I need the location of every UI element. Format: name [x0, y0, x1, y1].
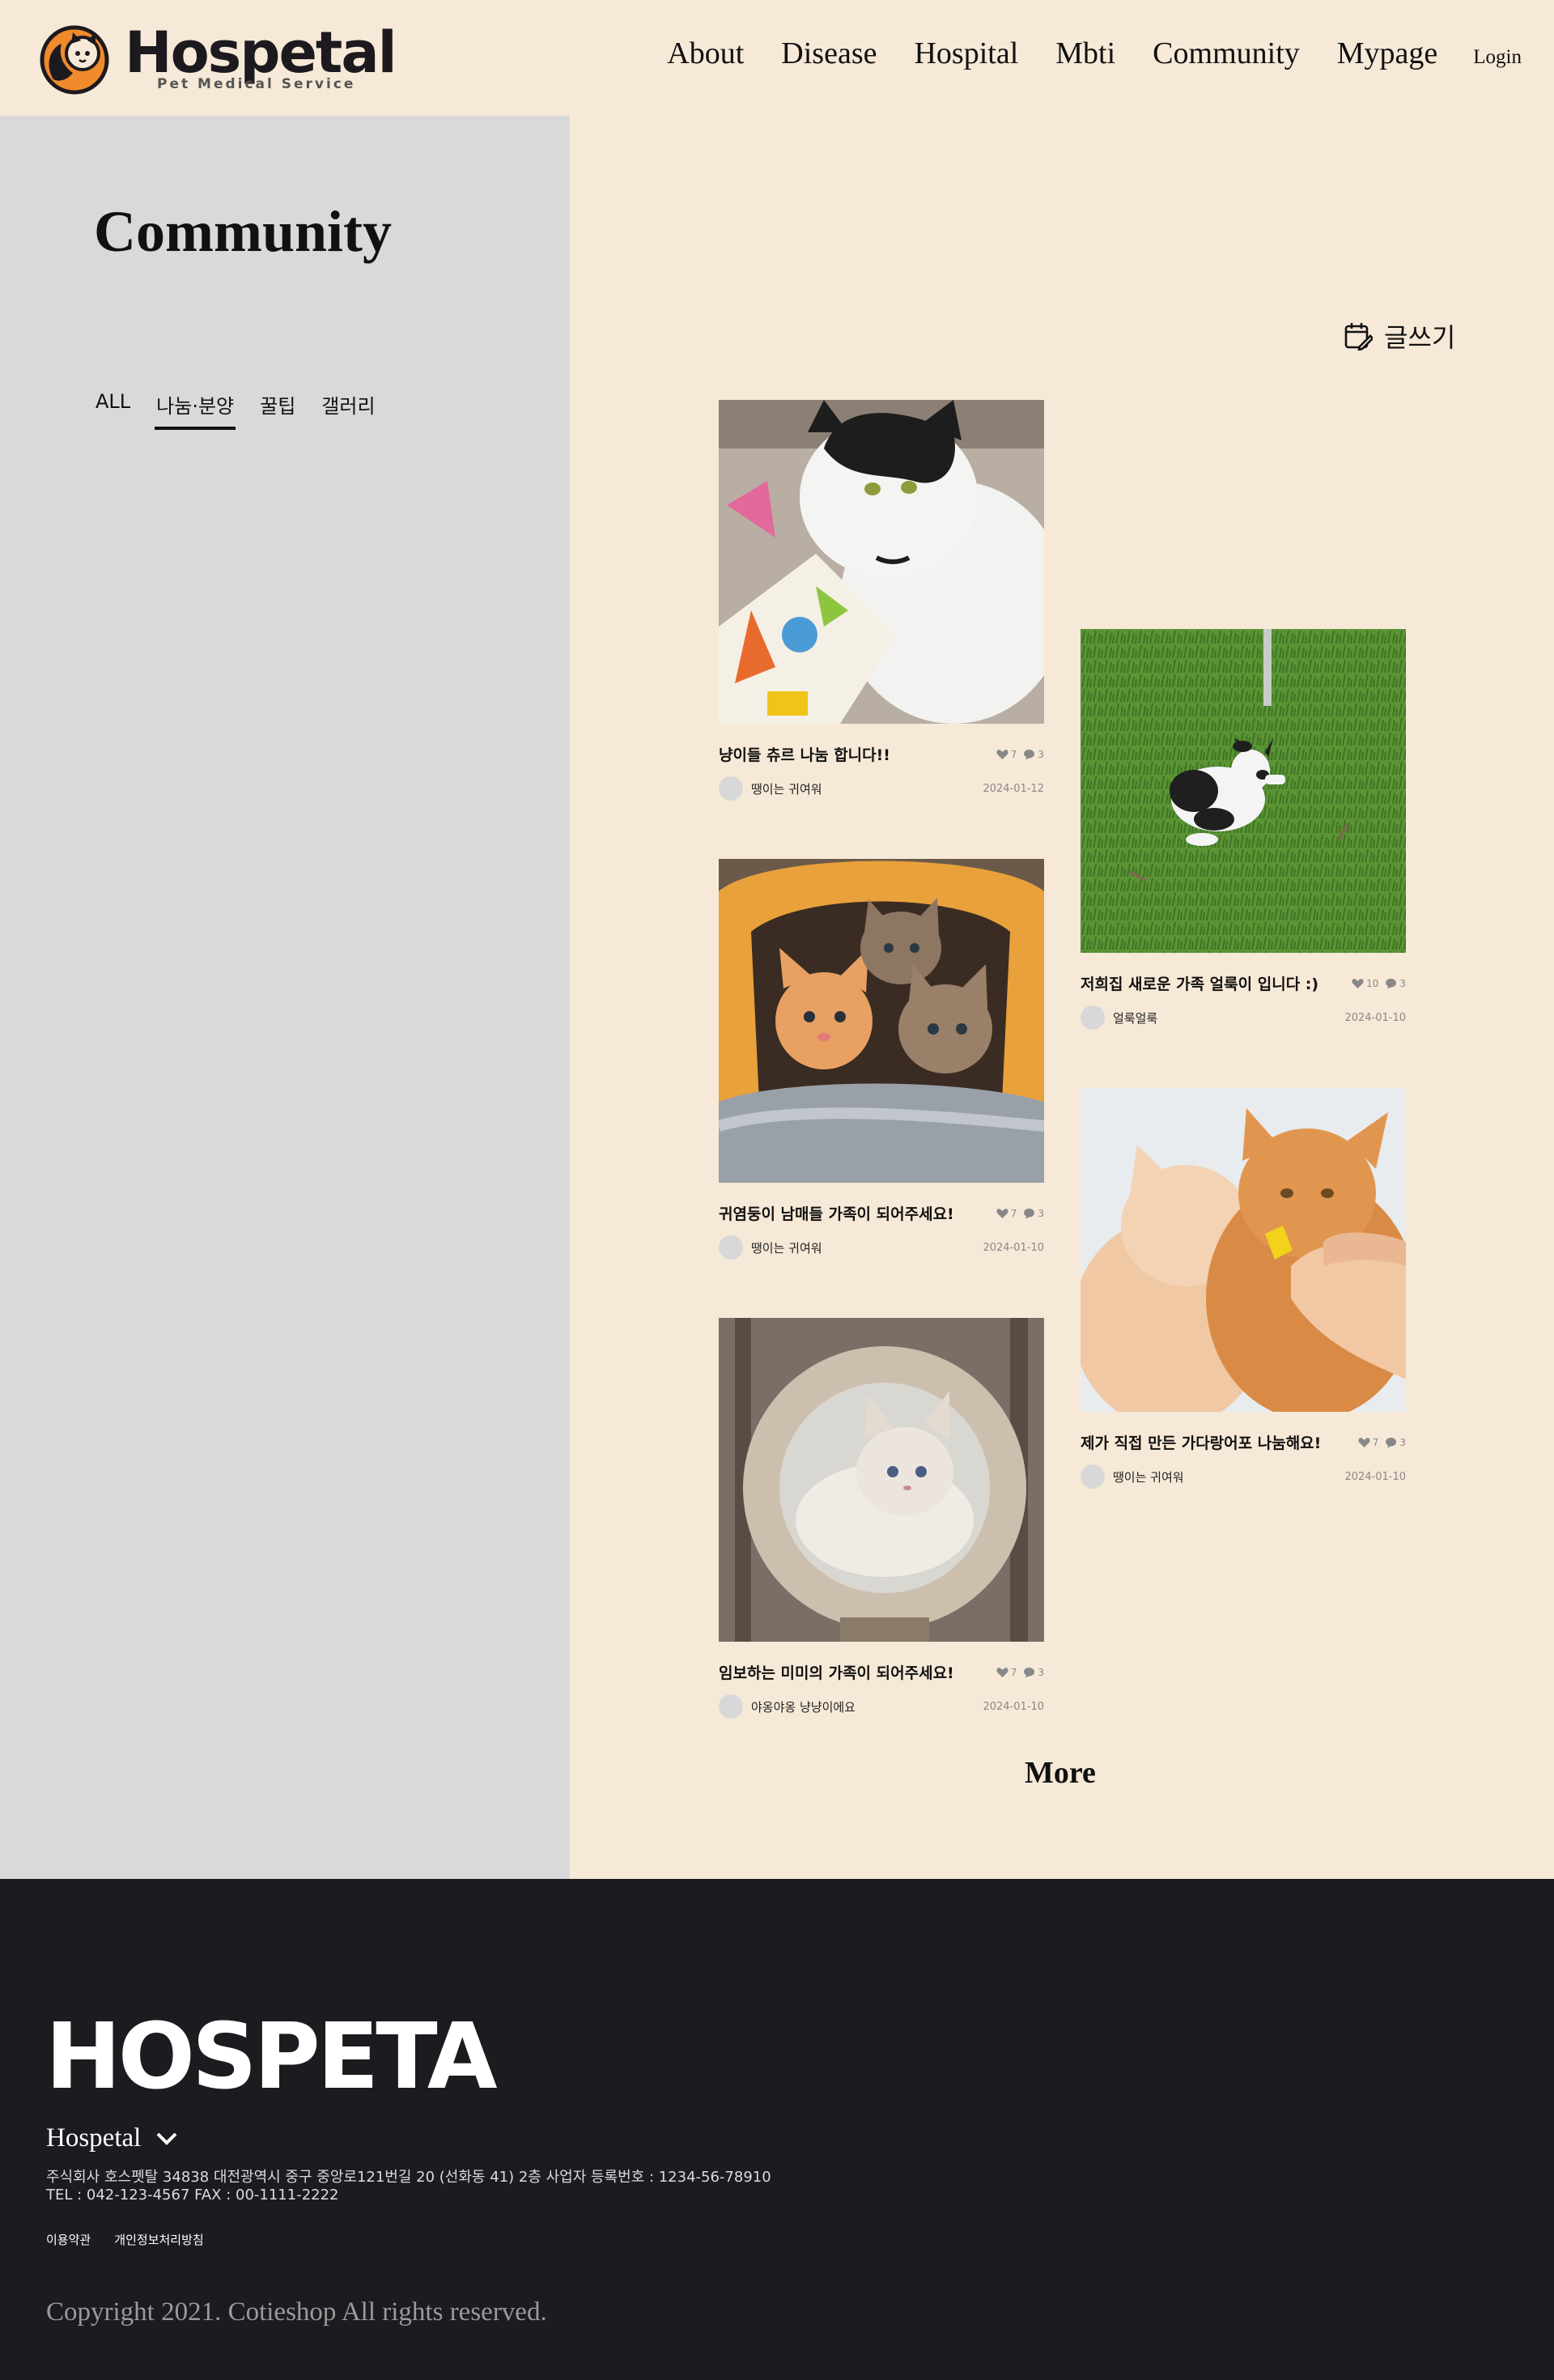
heart-icon: [996, 1208, 1008, 1218]
footer-logo[interactable]: HOSPETAL: [45, 1999, 499, 2104]
post-date: 2024-01-12: [983, 782, 1044, 795]
post-card[interactable]: 저희집 새로운 가족 얼룩이 입니다 :) 10 3 얼룩얼룩 2024-01-…: [1081, 629, 1406, 1030]
tab-share-adopt[interactable]: 나눔·분양: [155, 390, 236, 430]
left-side-panel: [0, 116, 570, 1879]
post-stats: 10 3: [1345, 978, 1406, 989]
tab-tips[interactable]: 꿀팁: [258, 390, 297, 430]
comment-icon: [1386, 1437, 1397, 1447]
post-date: 2024-01-10: [1344, 1470, 1406, 1483]
post-author: 땡이는 귀여워: [751, 1240, 822, 1256]
login-link[interactable]: Login: [1473, 46, 1522, 69]
post-image-cats-eating-treat: [1081, 1088, 1406, 1412]
post-date: 2024-01-10: [983, 1241, 1044, 1254]
like-count: 7: [1010, 748, 1017, 760]
category-tabs: ALL 나눔·분양 꿀팁 갤러리: [94, 390, 400, 430]
post-card[interactable]: 임보하는 미미의 가족이 되어주세요! 7 3 야옹야옹 냥냥이에요 2024-…: [719, 1318, 1044, 1719]
heart-icon: [1352, 978, 1364, 988]
heart-icon: [996, 1667, 1008, 1677]
calendar-edit-icon: [1344, 323, 1373, 351]
post-title: 제가 직접 만든 가다랑어포 나눔해요!: [1081, 1434, 1322, 1452]
comment-count: 3: [1399, 977, 1406, 989]
post-title: 귀염둥이 남매들 가족이 되어주세요!: [719, 1205, 954, 1223]
like-count: 10: [1366, 977, 1379, 989]
avatar: [719, 776, 743, 801]
logo-wordmark: Hospetal: [125, 19, 397, 86]
post-date: 2024-01-10: [983, 1700, 1044, 1713]
like-count: 7: [1010, 1666, 1017, 1678]
avatar: [719, 1694, 743, 1719]
like-count: 7: [1010, 1207, 1017, 1219]
site-header: Hospetal Pet Medical Service About Disea…: [0, 0, 1554, 116]
tab-all[interactable]: ALL: [94, 390, 132, 430]
logo-subtitle: Pet Medical Service: [157, 76, 356, 92]
avatar: [719, 1235, 743, 1260]
nav-about[interactable]: About: [667, 36, 744, 71]
post-title: 임보하는 미미의 가족이 되어주세요!: [719, 1664, 954, 1682]
like-count: 7: [1372, 1436, 1379, 1448]
comment-icon: [1024, 1667, 1035, 1677]
post-card[interactable]: 제가 직접 만든 가다랑어포 나눔해요! 7 3 땡이는 귀여워 2024-01…: [1081, 1088, 1406, 1489]
cat-dog-logo-icon: [40, 25, 109, 95]
privacy-policy-link[interactable]: 개인정보처리방침: [114, 2233, 203, 2247]
post-stats: 7 3: [990, 749, 1044, 760]
comment-icon: [1024, 1208, 1035, 1218]
post-card[interactable]: 귀염둥이 남매들 가족이 되어주세요! 7 3 땡이는 귀여워 2024-01-…: [719, 859, 1044, 1260]
page-title: Community: [94, 199, 393, 264]
avatar: [1081, 1464, 1105, 1489]
post-author: 땡이는 귀여워: [751, 781, 822, 797]
nav-mbti[interactable]: Mbti: [1055, 36, 1115, 71]
post-author: 야옹야옹 냥냥이에요: [751, 1699, 856, 1715]
post-title: 저희집 새로운 가족 얼룩이 입니다 :): [1081, 975, 1319, 993]
footer-logo-text: HOSPETAL: [45, 2004, 499, 2104]
terms-link[interactable]: 이용약관: [46, 2233, 91, 2247]
footer-contact: TEL : 042-123-4567 FAX : 00-1111-2222: [46, 2187, 339, 2204]
comment-count: 3: [1038, 1207, 1044, 1219]
post-author: 얼룩얼룩: [1113, 1010, 1158, 1026]
site-logo[interactable]: Hospetal Pet Medical Service: [36, 23, 397, 96]
site-footer: HOSPETAL Hospetal 주식회사 호스펫탈 34838 대전광역시 …: [0, 1879, 1554, 2380]
avatar: [1081, 1005, 1105, 1030]
main-nav: About Disease Hospital Mbti Community My…: [630, 36, 1522, 71]
footer-company-info: 주식회사 호스펫탈 34838 대전광역시 중구 중앙로121번길 20 (선화…: [46, 2169, 771, 2186]
post-author: 땡이는 귀여워: [1113, 1469, 1184, 1485]
comment-count: 3: [1038, 1666, 1044, 1678]
comment-icon: [1024, 749, 1035, 759]
post-image-kittens-in-blanket: [719, 859, 1044, 1183]
post-stats: 7 3: [990, 1208, 1044, 1219]
comment-count: 3: [1038, 748, 1044, 760]
footer-brand-label: Hospetal: [46, 2123, 142, 2153]
comment-icon: [1386, 978, 1397, 988]
footer-links: 이용약관 개인정보처리방침: [46, 2231, 223, 2248]
tab-gallery[interactable]: 갤러리: [320, 390, 376, 430]
comment-count: 3: [1399, 1436, 1406, 1448]
more-button[interactable]: More: [1025, 1755, 1096, 1791]
post-stats: 7 3: [990, 1667, 1044, 1678]
nav-mypage[interactable]: Mypage: [1337, 36, 1438, 71]
heart-icon: [1358, 1437, 1370, 1447]
nav-disease[interactable]: Disease: [781, 36, 877, 71]
post-stats: 7 3: [1352, 1437, 1406, 1448]
nav-hospital[interactable]: Hospital: [914, 36, 1018, 71]
write-post-button[interactable]: 글쓰기: [1344, 317, 1455, 355]
post-card[interactable]: 냥이들 츄르 나눔 합니다!! 7 3 땡이는 귀여워 2024-01-12: [719, 400, 1044, 801]
copyright: Copyright 2021. Cotieshop All rights res…: [46, 2297, 547, 2327]
write-label: 글쓰기: [1384, 322, 1456, 353]
heart-icon: [996, 749, 1008, 759]
post-image-cat-with-toy: [719, 400, 1044, 724]
chevron-down-icon: [156, 2132, 177, 2145]
post-title: 냥이들 츄르 나눔 합니다!!: [719, 746, 890, 764]
post-image-cat-in-tunnel: [719, 1318, 1044, 1642]
nav-community[interactable]: Community: [1153, 36, 1300, 71]
footer-brand-dropdown[interactable]: Hospetal: [46, 2123, 178, 2153]
post-date: 2024-01-10: [1344, 1011, 1406, 1024]
post-image-puppy-on-grass: [1081, 629, 1406, 953]
